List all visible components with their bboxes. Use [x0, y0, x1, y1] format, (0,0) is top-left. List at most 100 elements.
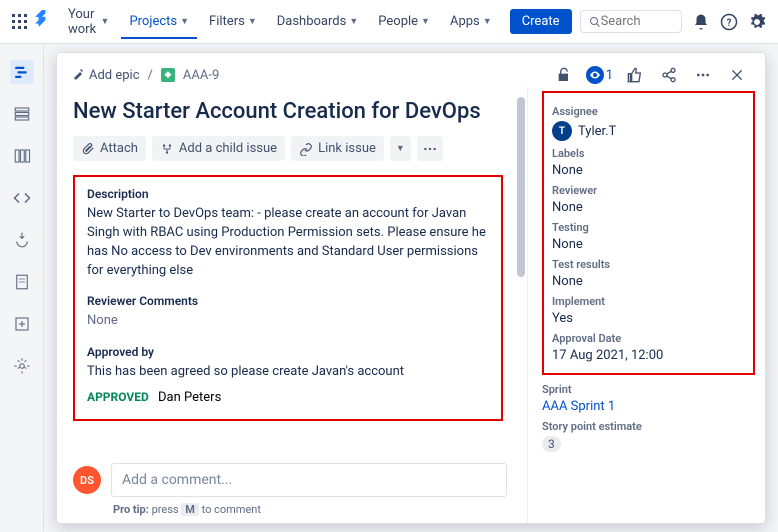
test-results-value[interactable]: None	[552, 274, 745, 289]
close-icon[interactable]	[725, 63, 749, 87]
labels-value[interactable]: None	[552, 163, 745, 178]
protip-suffix: to comment	[199, 503, 261, 516]
chevron-down-icon: ▼	[101, 16, 110, 27]
test-results-label: Test results	[552, 258, 745, 271]
chevron-down-icon: ▼	[180, 16, 189, 27]
link-icon	[299, 142, 313, 156]
nav-label: Projects	[129, 14, 177, 29]
search-input[interactable]	[601, 14, 673, 29]
like-icon[interactable]	[623, 63, 647, 87]
attach-icon	[81, 142, 95, 156]
link-issue-button[interactable]: Link issue	[291, 136, 384, 161]
jira-logo-icon[interactable]	[32, 10, 52, 34]
top-nav: Your work▼ Projects▼ Filters▼ Dashboards…	[0, 0, 778, 44]
protip-prefix: Pro tip:	[113, 503, 152, 516]
story-points-value[interactable]: 3	[542, 436, 755, 452]
eye-icon	[586, 66, 604, 84]
approval-date-label: Approval Date	[552, 332, 745, 345]
assignee-avatar: T	[552, 121, 572, 141]
approved-badge: APPROVED	[87, 390, 149, 404]
header-actions: 1	[552, 63, 749, 87]
child-icon	[160, 142, 174, 156]
svg-text:?: ?	[727, 17, 732, 28]
nav-your-work[interactable]: Your work▼	[60, 1, 117, 43]
issue-type-icon: ◆	[161, 68, 175, 82]
chevron-down-icon: ▼	[421, 16, 430, 27]
implement-label: Implement	[552, 295, 745, 308]
help-icon[interactable]: ?	[720, 9, 738, 35]
issue-title[interactable]: New Starter Account Creation for DevOps	[73, 99, 507, 124]
nav-filters[interactable]: Filters▼	[201, 8, 265, 35]
chevron-down-icon: ▼	[396, 143, 405, 154]
implement-value[interactable]: Yes	[552, 311, 745, 326]
settings-icon[interactable]	[748, 9, 766, 35]
notifications-icon[interactable]	[692, 9, 710, 35]
scrollbar[interactable]	[517, 97, 525, 277]
sidebar-backlog-icon[interactable]	[10, 102, 34, 126]
issue-key-link[interactable]: AAA-9	[183, 68, 219, 83]
attach-button[interactable]: Attach	[73, 136, 146, 161]
reviewer-value[interactable]: None	[552, 200, 745, 215]
approval-line: APPROVED Dan Peters	[87, 390, 489, 405]
main-column: New Starter Account Creation for DevOps …	[57, 87, 527, 523]
share-icon[interactable]	[657, 63, 681, 87]
nav-projects[interactable]: Projects▼	[121, 6, 197, 39]
sidebar-code-icon[interactable]	[10, 186, 34, 210]
add-epic-label: Add epic	[89, 68, 140, 83]
watch-count: 1	[606, 68, 613, 83]
assignee-field[interactable]: T Tyler.T	[552, 121, 745, 141]
nav-people[interactable]: People▼	[370, 8, 438, 35]
sidebar-releases-icon[interactable]	[10, 228, 34, 252]
add-child-button[interactable]: Add a child issue	[152, 136, 285, 161]
labels-label: Labels	[552, 147, 745, 160]
breadcrumb: Add epic / ◆ AAA-9	[73, 68, 219, 83]
nav-apps[interactable]: Apps▼	[442, 8, 500, 35]
reviewer-comments-label: Reviewer Comments	[87, 294, 489, 308]
assignee-label: Assignee	[552, 105, 745, 118]
sidebar-roadmap-icon[interactable]	[10, 60, 34, 84]
more-icon	[423, 147, 437, 151]
add-epic-button[interactable]: Add epic	[73, 68, 140, 83]
comment-row: DS Add a comment...	[73, 463, 507, 497]
assignee-name: Tyler.T	[578, 124, 616, 139]
sprint-value[interactable]: AAA Sprint 1	[542, 399, 755, 414]
chevron-down-icon: ▼	[248, 16, 257, 27]
lock-icon[interactable]	[552, 63, 576, 87]
nav-label: Dashboards	[277, 14, 347, 29]
approved-by-text[interactable]: This has been agreed so please create Ja…	[87, 363, 489, 382]
current-user-avatar: DS	[73, 466, 101, 494]
nav-label: Your work	[68, 7, 98, 37]
side-fields-box: Assignee T Tyler.T Labels None Reviewer …	[542, 91, 755, 375]
app-switcher-icon[interactable]	[12, 10, 28, 34]
nav-label: Filters	[209, 14, 245, 29]
testing-value[interactable]: None	[552, 237, 745, 252]
side-column: Assignee T Tyler.T Labels None Reviewer …	[527, 87, 765, 523]
sidebar-board-icon[interactable]	[10, 144, 34, 168]
pro-tip: Pro tip: press M to comment	[113, 503, 507, 516]
more-actions-button[interactable]	[417, 136, 443, 161]
sidebar-add-icon[interactable]	[10, 312, 34, 336]
approved-by-label: Approved by	[87, 345, 489, 359]
story-points-label: Story point estimate	[542, 420, 755, 433]
link-dropdown-button[interactable]: ▼	[390, 136, 411, 161]
search-box[interactable]	[580, 10, 682, 33]
testing-label: Testing	[552, 221, 745, 234]
add-child-label: Add a child issue	[179, 141, 277, 156]
description-section: Description New Starter to DevOps team: …	[73, 175, 503, 421]
sidebar-pages-icon[interactable]	[10, 270, 34, 294]
chevron-down-icon: ▼	[483, 16, 492, 27]
comment-input[interactable]: Add a comment...	[111, 463, 507, 497]
description-text[interactable]: New Starter to DevOps team: - please cre…	[87, 205, 489, 280]
search-icon	[589, 15, 601, 29]
reviewer-comments-value[interactable]: None	[87, 312, 489, 331]
more-icon[interactable]	[691, 63, 715, 87]
reviewer-label: Reviewer	[552, 184, 745, 197]
nav-label: People	[378, 14, 418, 29]
watch-button[interactable]: 1	[586, 66, 613, 84]
sprint-label: Sprint	[542, 383, 755, 396]
approval-date-value[interactable]: 17 Aug 2021, 12:00	[552, 348, 745, 363]
create-button[interactable]: Create	[510, 9, 572, 34]
dialog-header: Add epic / ◆ AAA-9 1	[57, 53, 765, 87]
sidebar-settings-icon[interactable]	[10, 354, 34, 378]
nav-dashboards[interactable]: Dashboards▼	[269, 8, 367, 35]
